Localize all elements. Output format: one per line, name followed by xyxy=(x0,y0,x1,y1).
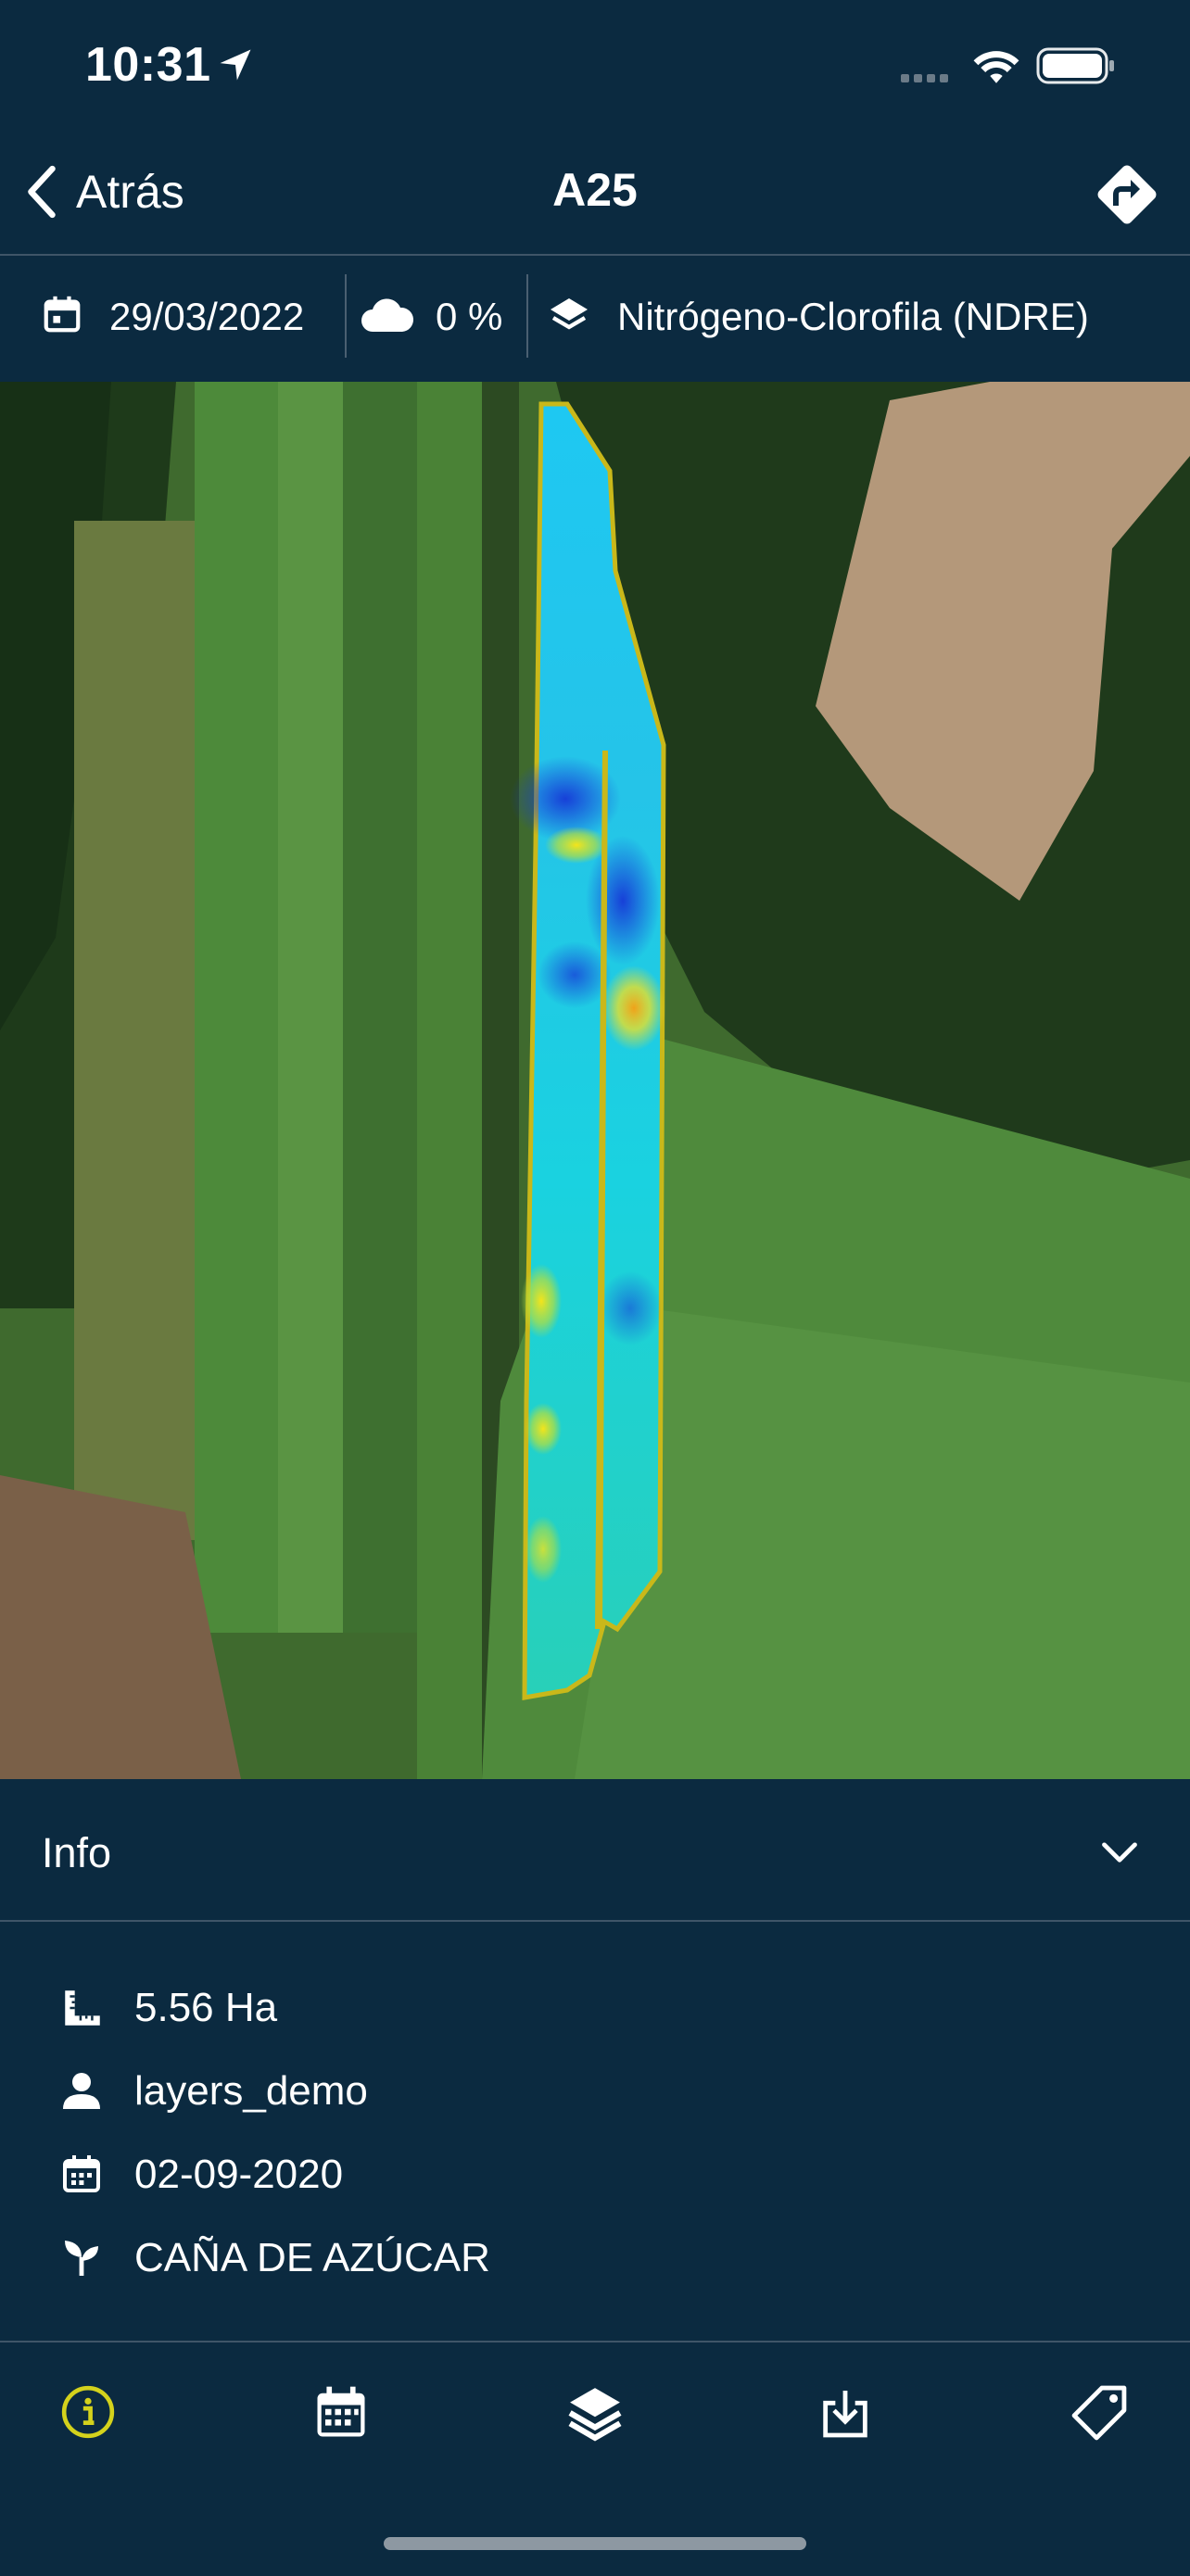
ruler-icon xyxy=(65,1990,100,2026)
map-view[interactable] xyxy=(0,382,1190,1779)
directions-icon[interactable] xyxy=(1090,158,1164,232)
location-arrow-icon xyxy=(220,49,251,81)
filter-layer[interactable]: Nitrógeno-Clorofila (NDRE) xyxy=(617,295,1089,339)
cloud-icon xyxy=(361,298,414,332)
layers-icon xyxy=(551,298,588,330)
info-section-header[interactable] xyxy=(0,1779,1190,1922)
filter-cloud[interactable]: 0 % xyxy=(436,295,502,339)
layers-icon[interactable] xyxy=(563,2381,627,2444)
calendar-icon xyxy=(44,296,81,333)
info-icon[interactable] xyxy=(59,2383,117,2441)
filter-divider xyxy=(345,274,347,358)
page-title: A25 xyxy=(552,164,638,216)
download-icon[interactable] xyxy=(816,2383,875,2443)
calendar-icon xyxy=(63,2155,100,2192)
chevron-down-icon[interactable] xyxy=(1099,1838,1140,1868)
info-area: 5.56 Ha xyxy=(134,1985,278,2030)
battery-icon xyxy=(1036,47,1114,84)
tag-icon[interactable] xyxy=(1068,2381,1131,2444)
calendar-icon[interactable] xyxy=(310,2381,373,2444)
filter-divider xyxy=(526,274,528,358)
user-icon xyxy=(63,2073,100,2109)
info-user: layers_demo xyxy=(134,2068,368,2114)
filter-date[interactable]: 29/03/2022 xyxy=(109,295,304,339)
info-date: 02-09-2020 xyxy=(134,2152,344,2197)
satellite-map[interactable] xyxy=(0,382,1190,1779)
info-crop: CAÑA DE AZÚCAR xyxy=(134,2235,490,2280)
signal-icon xyxy=(901,74,948,82)
home-indicator xyxy=(384,2537,806,2550)
status-time: 10:31 xyxy=(85,38,211,92)
info-header-label: Info xyxy=(42,1829,112,1876)
wifi-icon xyxy=(973,51,1019,83)
seedling-icon xyxy=(65,2241,98,2276)
